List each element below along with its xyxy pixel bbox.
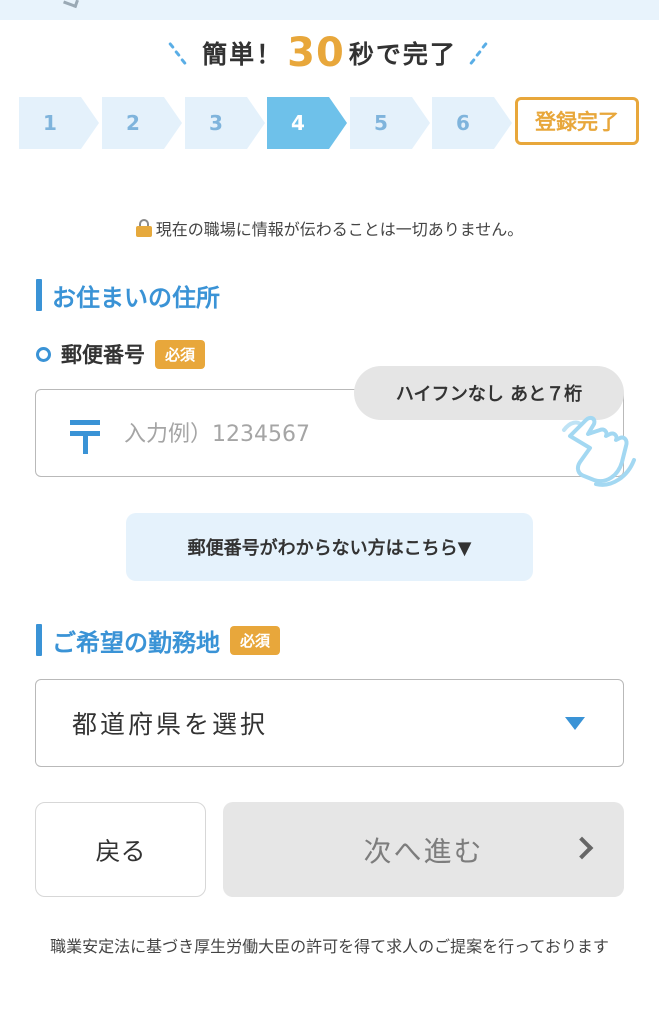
- headline: 簡単！ 30 秒で完了: [0, 28, 659, 78]
- step-3: 3: [185, 97, 265, 149]
- postal-code-label-text: 郵便番号: [61, 343, 145, 367]
- back-chevron-icon[interactable]: [63, 0, 79, 9]
- workplace-section-title: ご希望の勤務地 必須: [36, 623, 281, 657]
- headline-suffix: 秒で完了: [348, 40, 457, 69]
- section-accent-bar: [36, 279, 42, 311]
- sparkle-left-icon: [168, 38, 192, 68]
- privacy-note-text: 現在の職場に情報が伝わることは一切ありません。: [155, 220, 524, 239]
- step-5: 5: [350, 97, 430, 149]
- address-section-title-text: お住まいの住所: [52, 283, 220, 312]
- section-accent-bar: [36, 624, 42, 656]
- zip-lookup-link[interactable]: 郵便番号がわからない方はこちら▼: [126, 513, 533, 581]
- step-6: 6: [432, 97, 512, 149]
- prefecture-select-value: 都道府県を選択: [72, 710, 269, 739]
- chevron-right-icon: [570, 836, 594, 860]
- privacy-note: 現在の職場に情報が伝わることは一切ありません。: [0, 216, 659, 240]
- address-section-title: お住まいの住所: [36, 278, 220, 312]
- workplace-section-title-text: ご希望の勤務地: [52, 628, 220, 657]
- pointing-hand-icon: [562, 415, 636, 487]
- step-2: 2: [102, 97, 182, 149]
- required-badge: 必須: [155, 339, 206, 369]
- sparkle-right-icon: [467, 38, 491, 68]
- step-complete-badge: 登録完了: [515, 97, 639, 145]
- headline-prefix: 簡単！: [202, 40, 284, 69]
- headline-number: 30: [287, 30, 345, 76]
- step-1: 1: [19, 97, 99, 149]
- circle-bullet-icon: [36, 346, 51, 362]
- postal-mark-icon: [70, 420, 100, 454]
- next-button-label: 次へ進む: [363, 834, 484, 868]
- back-button[interactable]: 戻る: [35, 802, 206, 897]
- step-4-active: 4: [267, 97, 347, 149]
- next-button[interactable]: 次へ進む: [223, 802, 624, 897]
- lock-icon: [135, 219, 152, 237]
- legal-footer-note: 職業安定法に基づき厚生労働大臣の許可を得て求人のご提案を行っております: [50, 937, 609, 956]
- prefecture-select[interactable]: 都道府県を選択: [35, 679, 624, 767]
- caret-down-icon: [565, 717, 585, 730]
- top-bar: [0, 0, 659, 20]
- required-badge: 必須: [230, 625, 281, 655]
- postal-code-label: 郵便番号 必須: [36, 338, 206, 370]
